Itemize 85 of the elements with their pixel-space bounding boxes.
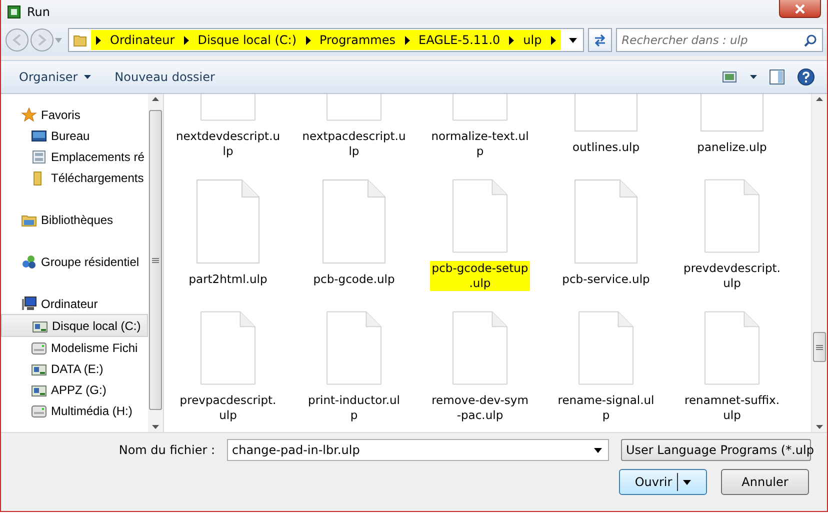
- close-button[interactable]: [779, 0, 821, 18]
- file-name[interactable]: nextdevdescript.u lp: [174, 129, 282, 159]
- chevron-icon[interactable]: [182, 36, 190, 44]
- file-name[interactable]: pcb-service.ulp: [560, 272, 652, 287]
- help-icon[interactable]: [797, 68, 815, 86]
- sidebar-item[interactable]: Multimédia (H:): [1, 400, 148, 421]
- window-icon: [31, 148, 47, 164]
- sidebar-item[interactable]: Favoris: [1, 104, 148, 125]
- up-arrow-icon: [816, 97, 823, 101]
- file-icon[interactable]: [322, 179, 386, 264]
- search-icon[interactable]: [804, 34, 817, 46]
- sidebar-item[interactable]: Modelisme Fichi: [1, 337, 148, 358]
- desktop-icon: [31, 128, 47, 144]
- file-name[interactable]: nextpacdescript.u lp: [300, 129, 408, 159]
- file-name[interactable]: prevdevdescript. ulp: [682, 261, 782, 291]
- chevron-icon[interactable]: [550, 36, 557, 44]
- app-icon: [7, 5, 21, 19]
- file-name[interactable]: pcb-gcode-setup .ulp: [430, 261, 530, 291]
- dropdown-icon: [594, 448, 602, 452]
- down-arrow-icon: [152, 425, 159, 429]
- scroll-thumb[interactable]: [149, 110, 162, 410]
- chevron-icon[interactable]: [404, 36, 410, 44]
- open-button[interactable]: Ouvrir: [619, 469, 707, 495]
- cancel-button[interactable]: Annuler: [721, 469, 809, 495]
- computer-icon: [21, 296, 37, 312]
- caret-icon: [683, 480, 692, 484]
- scroll-thumb[interactable]: [813, 332, 826, 362]
- network-icon: [21, 254, 37, 270]
- organize-menu[interactable]: Organiser: [13, 67, 97, 87]
- sidebar-item[interactable]: APPZ (G:): [1, 379, 148, 400]
- file-name[interactable]: renamnet-suffix. ulp: [682, 393, 782, 423]
- scrollbar[interactable]: [148, 94, 163, 432]
- file-type-dropdown[interactable]: User Language Programs (*.ulp: [621, 439, 811, 461]
- sidebar-item[interactable]: Groupe résidentiel: [1, 251, 148, 272]
- grip-icon: [152, 258, 159, 262]
- file-icon[interactable]: [574, 179, 638, 264]
- filename-field[interactable]: change-pad-in-lbr.ulp: [227, 439, 609, 461]
- close-icon: [795, 4, 805, 14]
- star-icon: [21, 106, 37, 122]
- sidebar-item[interactable]: Disque local (C:): [1, 314, 148, 337]
- back-icon[interactable]: [5, 28, 29, 52]
- chevron-icon[interactable]: [304, 36, 312, 44]
- breadcrumb[interactable]: Programmes: [320, 33, 396, 47]
- preview-pane-icon[interactable]: [769, 69, 785, 85]
- file-name[interactable]: remove-dev-sym -pac.ulp: [430, 393, 530, 423]
- refresh-icon: [592, 33, 607, 47]
- caret-icon[interactable]: [750, 75, 757, 79]
- breadcrumb[interactable]: Disque local (C:): [198, 33, 297, 47]
- file-name[interactable]: pcb-gcode.ulp: [311, 272, 397, 287]
- breadcrumb[interactable]: Ordinateur: [110, 33, 175, 47]
- search-field[interactable]: Rechercher dans : ulp: [616, 28, 823, 52]
- grip-icon: [816, 344, 823, 350]
- scrollbar[interactable]: [811, 94, 827, 432]
- file-name[interactable]: outlines.ulp: [570, 140, 642, 155]
- view-icon[interactable]: [722, 70, 738, 84]
- chevron-icon[interactable]: [95, 36, 102, 44]
- sidebar-item[interactable]: Emplacements ré: [1, 146, 148, 167]
- file-name[interactable]: rename-signal.ul p: [556, 393, 656, 423]
- dropdown-icon[interactable]: [568, 38, 577, 42]
- sidebar-item[interactable]: DATA (E:): [1, 358, 148, 379]
- caret-icon: [84, 75, 91, 79]
- sidebar-item[interactable]: Bibliothèques: [1, 209, 148, 230]
- field-label: Nom du fichier :: [118, 443, 215, 457]
- sidebar-item[interactable]: Téléchargements: [1, 167, 148, 188]
- sidebar-item[interactable]: Ordinateur: [1, 293, 148, 314]
- address-bar[interactable]: Ordinateur Disque local (C:) Programmes EAGLE-5.11.0 ulp: [68, 28, 584, 52]
- chevron-icon[interactable]: [508, 36, 516, 44]
- drive-icon: [31, 402, 47, 418]
- new-folder-button[interactable]: Nouveau dossier: [108, 67, 221, 87]
- drive-icon: [31, 340, 47, 356]
- breadcrumb[interactable]: EAGLE-5.11.0: [418, 33, 500, 47]
- file-name[interactable]: panelize.ulp: [695, 140, 769, 155]
- up-arrow-icon: [152, 97, 159, 101]
- breadcrumb[interactable]: ulp: [523, 33, 542, 47]
- folder-icon: [73, 33, 87, 47]
- down-arrow-icon: [816, 425, 823, 429]
- file-name[interactable]: normalize-text.ul p: [429, 129, 531, 159]
- sidebar-item[interactable]: Bureau: [1, 125, 148, 146]
- refresh-button[interactable]: [588, 28, 612, 52]
- file-name[interactable]: print-inductor.ul p: [306, 393, 402, 423]
- window-title: Run: [27, 5, 50, 19]
- file-name[interactable]: part2html.ulp: [186, 272, 270, 287]
- file-icon[interactable]: [196, 179, 260, 264]
- forward-icon[interactable]: [30, 28, 54, 52]
- file-name[interactable]: prevpacdescript. ulp: [178, 393, 278, 423]
